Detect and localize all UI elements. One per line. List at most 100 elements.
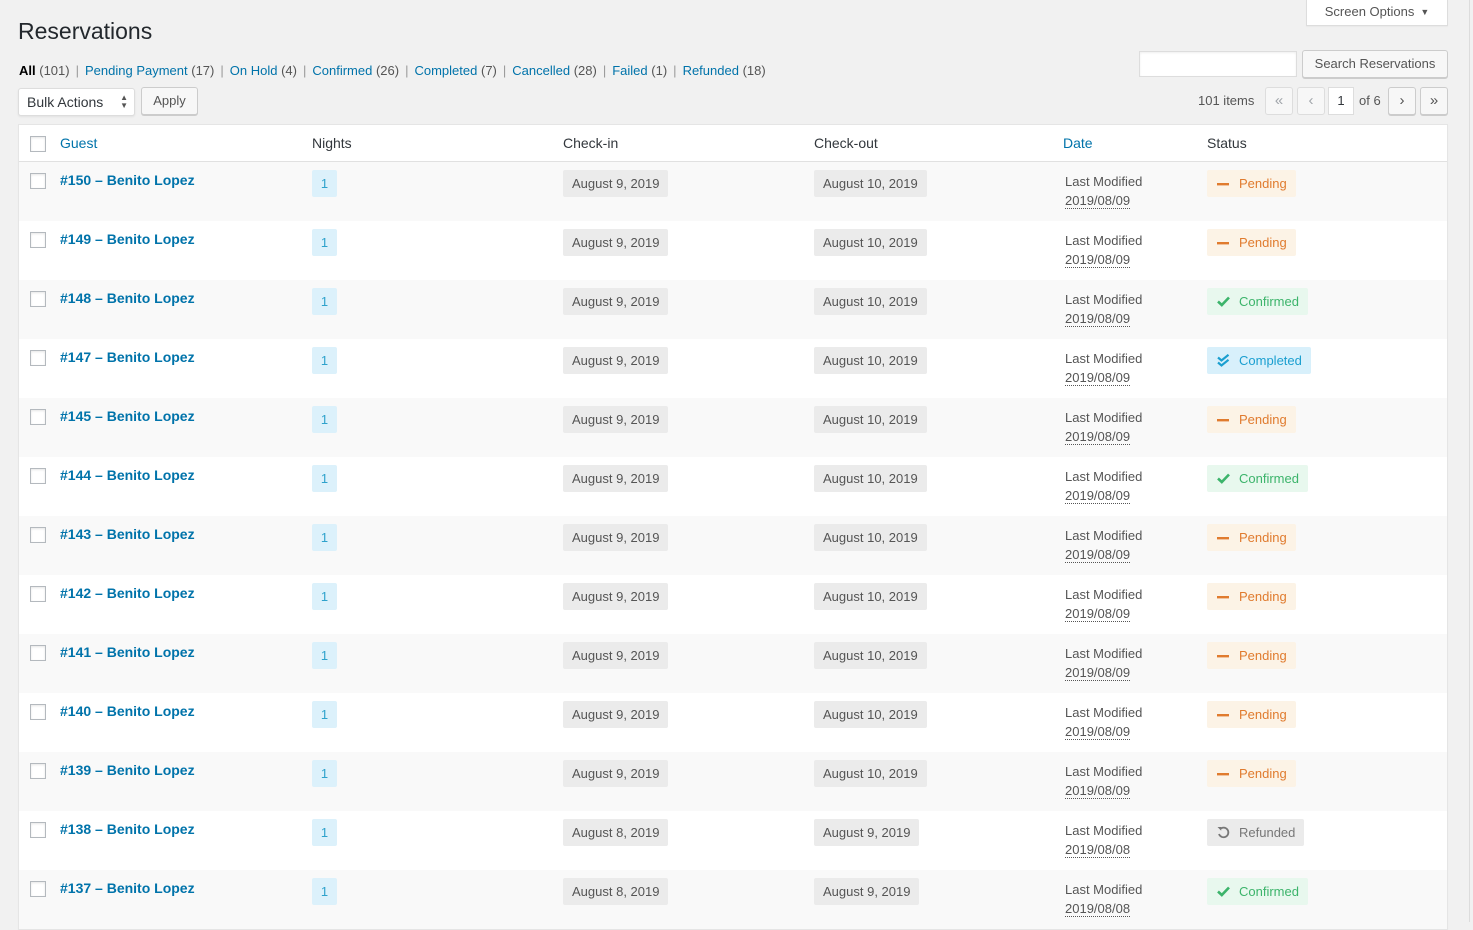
filter-pending-payment[interactable]: Pending Payment bbox=[85, 63, 188, 78]
nights-cell: 1 bbox=[312, 642, 337, 669]
modified-date: 2019/08/09 bbox=[1065, 783, 1131, 799]
filter-confirmed[interactable]: Confirmed bbox=[312, 63, 372, 78]
checkout-cell: August 10, 2019 bbox=[814, 229, 927, 256]
select-all-checkbox[interactable] bbox=[30, 136, 46, 152]
reservation-link[interactable]: #139 – Benito Lopez bbox=[60, 762, 195, 778]
table-body: #150 – Benito Lopez 1 August 9, 2019 August… bbox=[19, 162, 1447, 929]
table-row: #139 – Benito Lopez 1 August 9, 2019 August… bbox=[19, 752, 1447, 811]
row-checkbox[interactable] bbox=[30, 763, 46, 779]
prev-page-button[interactable]: ‹ bbox=[1297, 87, 1325, 115]
filter-completed[interactable]: Completed bbox=[414, 63, 477, 78]
checkout-cell: August 10, 2019 bbox=[814, 642, 927, 669]
checkin-date: August 9, 2019 bbox=[563, 701, 669, 728]
nights-badge: 1 bbox=[312, 465, 337, 492]
filter-cancelled[interactable]: Cancelled bbox=[512, 63, 570, 78]
filter-refunded[interactable]: Refunded bbox=[683, 63, 739, 78]
first-page-button[interactable]: « bbox=[1265, 87, 1293, 115]
filter-separator: | bbox=[502, 63, 507, 78]
nights-badge: 1 bbox=[312, 170, 337, 197]
filter-count: (4) bbox=[281, 63, 297, 78]
date-cell: Last Modified 2019/08/08 bbox=[1065, 880, 1142, 918]
search-input[interactable] bbox=[1139, 51, 1297, 77]
status-cell: Confirmed bbox=[1207, 288, 1308, 315]
search-reservations-button[interactable]: Search Reservations bbox=[1302, 50, 1448, 78]
status-cell: Confirmed bbox=[1207, 878, 1308, 905]
row-checkbox[interactable] bbox=[30, 173, 46, 189]
modified-date: 2019/08/09 bbox=[1065, 724, 1131, 740]
nights-cell: 1 bbox=[312, 760, 337, 787]
row-checkbox[interactable] bbox=[30, 645, 46, 661]
bulk-actions-select[interactable]: Bulk Actions ▲ ▼ bbox=[18, 88, 135, 116]
nights-badge: 1 bbox=[312, 524, 337, 551]
column-guest[interactable]: Guest bbox=[60, 135, 97, 151]
next-page-button[interactable]: › bbox=[1388, 87, 1416, 115]
row-checkbox[interactable] bbox=[30, 468, 46, 484]
row-checkbox[interactable] bbox=[30, 232, 46, 248]
filter-failed[interactable]: Failed bbox=[612, 63, 647, 78]
status-badge: Refunded bbox=[1207, 819, 1305, 846]
status-cell: Completed bbox=[1207, 347, 1311, 374]
nights-cell: 1 bbox=[312, 878, 337, 905]
date-label: Last Modified bbox=[1065, 646, 1143, 661]
checkout-date: August 10, 2019 bbox=[814, 701, 927, 728]
filter-count: (28) bbox=[573, 63, 597, 78]
table-row: #137 – Benito Lopez 1 August 8, 2019 August… bbox=[19, 870, 1447, 929]
checkin-date: August 9, 2019 bbox=[563, 347, 669, 374]
modified-date: 2019/08/09 bbox=[1065, 547, 1131, 563]
table-row: #147 – Benito Lopez 1 August 9, 2019 August… bbox=[19, 339, 1447, 398]
date-label: Last Modified bbox=[1065, 823, 1143, 838]
triangle-down-icon: ▼ bbox=[1420, 7, 1430, 17]
reservation-link[interactable]: #144 – Benito Lopez bbox=[60, 467, 195, 483]
date-label: Last Modified bbox=[1065, 882, 1143, 897]
date-cell: Last Modified 2019/08/09 bbox=[1065, 231, 1142, 269]
status-badge: Pending bbox=[1207, 406, 1296, 433]
row-checkbox[interactable] bbox=[30, 409, 46, 425]
reservation-link[interactable]: #145 – Benito Lopez bbox=[60, 408, 195, 424]
row-checkbox[interactable] bbox=[30, 586, 46, 602]
status-label: Pending bbox=[1239, 648, 1287, 663]
column-date[interactable]: Date bbox=[1063, 135, 1093, 151]
nights-badge: 1 bbox=[312, 701, 337, 728]
reservation-link[interactable]: #143 – Benito Lopez bbox=[60, 526, 195, 542]
reservation-link[interactable]: #149 – Benito Lopez bbox=[60, 231, 195, 247]
reservation-link[interactable]: #147 – Benito Lopez bbox=[60, 349, 195, 365]
status-badge: Pending bbox=[1207, 229, 1296, 256]
reservation-link[interactable]: #137 – Benito Lopez bbox=[60, 880, 195, 896]
date-label: Last Modified bbox=[1065, 469, 1143, 484]
screen-options-label: Screen Options bbox=[1324, 4, 1415, 19]
reservation-link[interactable]: #138 – Benito Lopez bbox=[60, 821, 195, 837]
date-label: Last Modified bbox=[1065, 587, 1143, 602]
date-label: Last Modified bbox=[1065, 351, 1143, 366]
table-row: #142 – Benito Lopez 1 August 9, 2019 August… bbox=[19, 575, 1447, 634]
current-page-input[interactable]: 1 bbox=[1328, 87, 1354, 115]
reservation-link[interactable]: #150 – Benito Lopez bbox=[60, 172, 195, 188]
checkout-date: August 10, 2019 bbox=[814, 642, 927, 669]
filter-count: (1) bbox=[651, 63, 668, 78]
minus-icon bbox=[1216, 650, 1230, 662]
row-checkbox[interactable] bbox=[30, 291, 46, 307]
reservation-link[interactable]: #142 – Benito Lopez bbox=[60, 585, 195, 601]
reservation-link[interactable]: #148 – Benito Lopez bbox=[60, 290, 195, 306]
row-checkbox[interactable] bbox=[30, 822, 46, 838]
nights-cell: 1 bbox=[312, 288, 337, 315]
reservation-link[interactable]: #140 – Benito Lopez bbox=[60, 703, 195, 719]
row-checkbox[interactable] bbox=[30, 350, 46, 366]
row-checkbox[interactable] bbox=[30, 704, 46, 720]
apply-button[interactable]: Apply bbox=[141, 87, 198, 115]
checkout-cell: August 10, 2019 bbox=[814, 465, 927, 492]
modified-date: 2019/08/09 bbox=[1065, 429, 1131, 445]
screen-options-button[interactable]: Screen Options ▼ bbox=[1306, 0, 1448, 26]
checkout-cell: August 10, 2019 bbox=[814, 583, 927, 610]
last-page-button[interactable]: » bbox=[1420, 87, 1448, 115]
scrollbar[interactable] bbox=[1469, 0, 1473, 922]
filter-on-hold[interactable]: On Hold bbox=[230, 63, 278, 78]
row-checkbox[interactable] bbox=[30, 881, 46, 897]
checkin-date: August 9, 2019 bbox=[563, 465, 669, 492]
filter-all[interactable]: All bbox=[19, 63, 36, 78]
row-checkbox[interactable] bbox=[30, 527, 46, 543]
double-checkmark-icon bbox=[1216, 354, 1230, 367]
reservation-link[interactable]: #141 – Benito Lopez bbox=[60, 644, 195, 660]
checkin-date: August 9, 2019 bbox=[563, 760, 669, 787]
status-cell: Pending bbox=[1207, 170, 1296, 197]
checkout-date: August 10, 2019 bbox=[814, 347, 927, 374]
